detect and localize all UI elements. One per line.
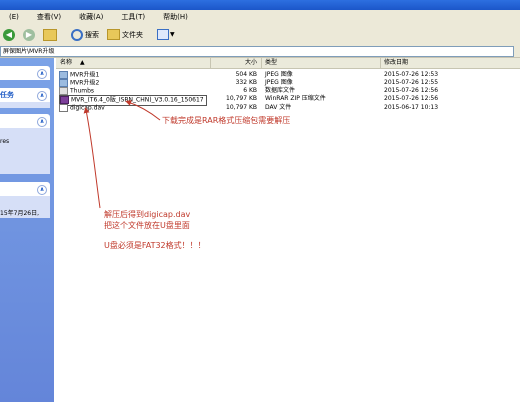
menu-edit[interactable]: (E) xyxy=(0,13,28,21)
collapse-icon[interactable]: ∧ xyxy=(37,91,47,101)
task-panel-3-body: res xyxy=(0,128,50,174)
file-row[interactable]: MVR升级2 332 KB JPEG 图像 2015-07-26 12:55 xyxy=(56,79,520,87)
jpeg-icon xyxy=(59,79,68,87)
file-name-cell: digicap.dav xyxy=(59,104,105,113)
views-icon xyxy=(157,29,169,40)
search-button[interactable]: 搜索 xyxy=(68,27,102,43)
up-folder-button[interactable] xyxy=(40,27,60,43)
column-header-type[interactable]: 类型 xyxy=(262,58,381,69)
collapse-icon[interactable]: ∧ xyxy=(37,117,47,127)
task-panel-4-body: 15年7月26日, xyxy=(0,196,50,218)
back-arrow-icon: ◀ xyxy=(3,28,15,41)
task-panel-3-header[interactable]: ∧ xyxy=(0,114,50,128)
views-button[interactable]: ▼ xyxy=(154,27,178,43)
task-panel-4-text: 15年7月26日, xyxy=(0,210,39,217)
search-label: 搜索 xyxy=(85,30,99,39)
back-button[interactable]: ◀ xyxy=(0,27,18,43)
chevron-down-icon: ▼ xyxy=(170,31,175,38)
collapse-icon[interactable]: ∧ xyxy=(37,185,47,195)
task-panel-1-header[interactable]: ∧ xyxy=(0,66,50,80)
task-panel-4-header[interactable]: ∧ xyxy=(0,182,50,196)
title-bar xyxy=(0,0,520,10)
column-header-modified[interactable]: 修改日期 xyxy=(381,58,520,69)
address-bar: 屏保图片\MVR升级 xyxy=(0,45,520,58)
toolbar: ◀ ▶ 搜索 文件夹 ▼ xyxy=(0,24,520,46)
menu-help[interactable]: 帮助(H) xyxy=(154,12,197,22)
forward-arrow-icon: ▶ xyxy=(23,28,35,41)
task-panel-2-header[interactable]: 任务 ∧ xyxy=(0,88,50,102)
annotation-fat32: U盘必须是FAT32格式！！！ xyxy=(104,241,206,250)
file-row[interactable]: Thumbs 6 KB 数据库文件 2015-07-26 12:56 xyxy=(56,87,520,95)
column-header-size[interactable]: 大小 xyxy=(211,58,262,69)
db-icon xyxy=(59,87,68,95)
forward-button[interactable]: ▶ xyxy=(20,27,38,43)
menu-view[interactable]: 查看(V) xyxy=(28,12,70,22)
search-icon xyxy=(71,28,83,41)
file-row[interactable]: MVR_(T6.4_0版_ISBN_CHN)_V3.0.16_150617 10… xyxy=(56,95,520,106)
column-header-name[interactable]: 名称 ▲ xyxy=(56,58,211,69)
menu-tools[interactable]: 工具(T) xyxy=(112,12,154,22)
collapse-icon[interactable]: ∧ xyxy=(37,69,47,79)
task-pane: ∧ 任务 ∧ ∧ res ∧ 15年7月26日, xyxy=(0,58,54,402)
folder-icon xyxy=(107,29,120,40)
folders-label: 文件夹 xyxy=(122,30,143,39)
menu-bar: (E) 查看(V) 收藏(A) 工具(T) 帮助(H) xyxy=(0,10,520,24)
task-panel-2-title: 任务 xyxy=(0,91,14,99)
task-panel-2-body xyxy=(0,102,50,108)
jpeg-icon xyxy=(59,71,68,79)
annotation-copy-to-usb: 把这个文件放在U盘里面 xyxy=(104,221,190,230)
file-icon xyxy=(59,104,68,112)
file-row[interactable]: MVR升级1 504 KB JPEG 图像 2015-07-26 12:53 xyxy=(56,71,520,79)
annotation-extract-rar: 下载完成是RAR格式压缩包需要解压 xyxy=(162,116,291,125)
file-row[interactable]: digicap.dav 10,797 KB DAV 文件 2015-06-17 … xyxy=(56,104,520,112)
folders-button[interactable]: 文件夹 xyxy=(104,27,146,43)
sort-up-icon: ▲ xyxy=(79,59,85,66)
zip-icon xyxy=(60,96,69,104)
address-input[interactable]: 屏保图片\MVR升级 xyxy=(0,45,514,57)
up-folder-icon xyxy=(43,28,57,41)
annotation-digicap: 解压后得到digicap.dav xyxy=(104,210,191,219)
task-panel-3-text: res xyxy=(0,138,10,145)
menu-favorites[interactable]: 收藏(A) xyxy=(70,12,112,22)
